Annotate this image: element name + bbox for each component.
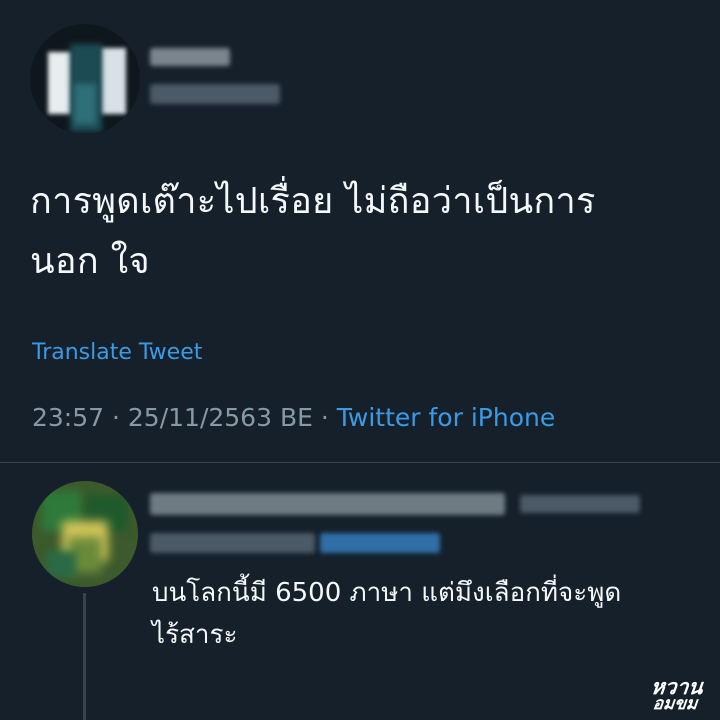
tweet-meta: 23:57 · 25/11/2563 BE · Twitter for iPho… (32, 403, 555, 432)
tweet-text-line: การพูดเต๊าะไปเรื่อย ไม่ถือว่าเป็นการ (30, 181, 596, 222)
meta-separator: · (112, 403, 120, 432)
tweet-date[interactable]: 25/11/2563 BE (128, 403, 313, 432)
reply-text: บนโลกนี้มี 6500 ภาษา แต่มึงเลือกที่จะพูด… (152, 573, 702, 656)
reply-author-handle (520, 495, 640, 513)
tweet-time[interactable]: 23:57 (32, 403, 104, 432)
reply-text-line: บนโลกนี้มี 6500 ภาษา แต่มึงเลือกที่จะพูด (152, 578, 622, 608)
user-avatar-icon[interactable] (32, 481, 138, 587)
replying-to-handle-link[interactable] (320, 533, 440, 553)
brand-watermark-logo: หวาน อมขม (640, 675, 712, 714)
reply-tweet: บนโลกนี้มี 6500 ภาษา แต่มึงเลือกที่จะพูด… (0, 463, 720, 720)
reply-text-line: ไร้สาระ (152, 619, 238, 650)
replying-to-label (150, 533, 315, 553)
thread-line (83, 593, 86, 720)
tweet-text-line: นอก ใจ (30, 241, 150, 283)
author-display-name[interactable] (150, 48, 230, 66)
meta-separator: · (320, 403, 329, 432)
tweet-source-link[interactable]: Twitter for iPhone (337, 403, 555, 432)
author-handle[interactable] (150, 84, 280, 104)
tweet-text: การพูดเต๊าะไปเรื่อย ไม่ถือว่าเป็นการ นอก… (30, 172, 690, 293)
user-avatar-icon[interactable] (30, 24, 140, 134)
main-tweet: การพูดเต๊าะไปเรื่อย ไม่ถือว่าเป็นการ นอก… (0, 0, 720, 462)
translate-tweet-link[interactable]: Translate Tweet (32, 340, 202, 365)
reply-author-display-name[interactable] (150, 493, 505, 515)
